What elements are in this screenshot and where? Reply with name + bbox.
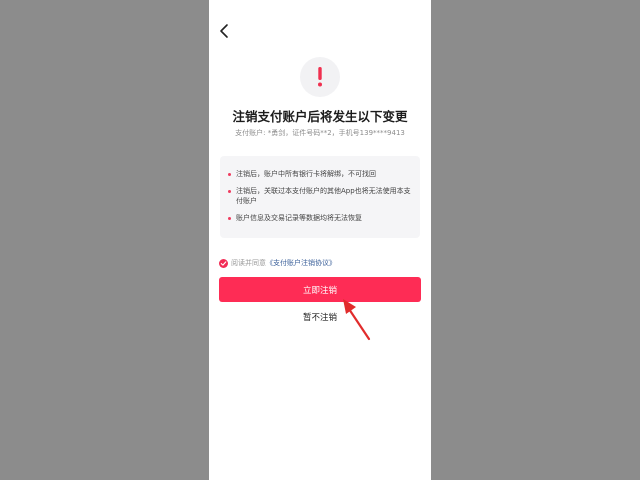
confirm-cancel-account-button[interactable]: 立即注销 [219, 277, 421, 302]
notice-text: 账户信息及交易记录等数据均将无法恢复 [236, 214, 362, 222]
agreement-link[interactable]: 《支付账户注销协议》 [266, 258, 336, 268]
check-icon [220, 260, 227, 266]
account-info: 支付账户: *勇剑，证件号码**2，手机号139****9413 [235, 129, 405, 137]
exclamation-icon [318, 67, 322, 87]
notice-item: 注销后，账户中所有银行卡将解绑，不可找回 [228, 170, 412, 180]
warning-badge [300, 57, 340, 97]
notice-text: 注销后，账户中所有银行卡将解绑，不可找回 [236, 170, 376, 178]
notice-list: 注销后，账户中所有银行卡将解绑，不可找回 注销后，关联过本支付账户的其他App也… [220, 156, 420, 238]
back-arrow-icon [220, 24, 228, 38]
notice-text: 注销后，关联过本支付账户的其他App也将无法使用本支付账户 [236, 187, 411, 205]
bullet-dot [228, 173, 231, 176]
notice-item: 账户信息及交易记录等数据均将无法恢复 [228, 214, 412, 224]
phone-screen: 注销支付账户后将发生以下变更 支付账户: *勇剑，证件号码**2，手机号139*… [209, 0, 431, 480]
agreement-row: 阅读并同意 《支付账户注销协议》 [219, 258, 336, 268]
page-title: 注销支付账户后将发生以下变更 [232, 109, 408, 124]
agreement-prefix: 阅读并同意 [231, 259, 266, 267]
notice-item: 注销后，关联过本支付账户的其他App也将无法使用本支付账户 [228, 187, 412, 206]
agreement-checkbox[interactable] [219, 258, 228, 268]
bullet-dot [228, 190, 231, 193]
back-button[interactable] [217, 22, 233, 40]
annotation-arrow-icon [343, 299, 371, 341]
bullet-dot [228, 217, 231, 220]
